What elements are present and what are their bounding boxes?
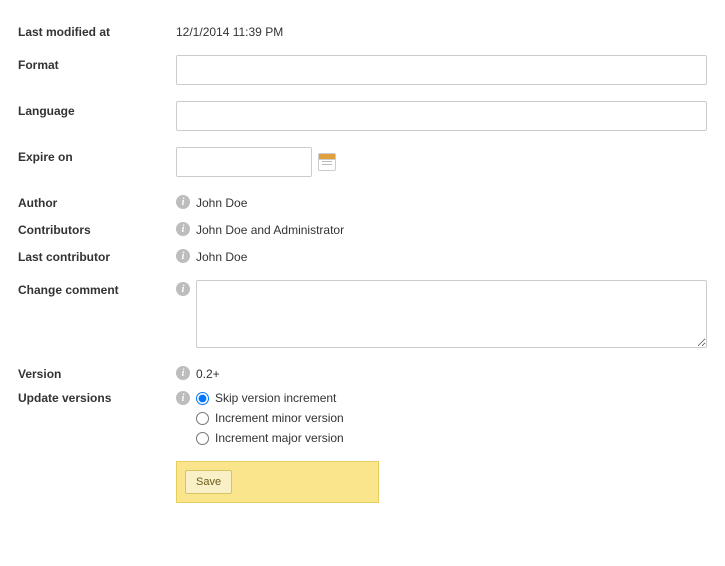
expire-on-input[interactable] <box>176 147 312 177</box>
change-comment-input[interactable] <box>196 280 707 348</box>
radio-skip-label: Skip version increment <box>215 391 336 405</box>
radio-option-minor: Increment minor version <box>196 411 344 425</box>
radio-minor[interactable] <box>196 412 209 425</box>
calendar-icon[interactable] <box>318 153 336 171</box>
label-format: Format <box>18 55 176 72</box>
row-update-versions: Update versions i Skip version increment… <box>18 391 707 445</box>
row-version: Version i 0.2+ <box>18 364 707 381</box>
update-versions-radios: Skip version increment Increment minor v… <box>196 391 344 445</box>
radio-major-label: Increment major version <box>215 431 344 445</box>
value-contributors: John Doe and Administrator <box>196 220 344 237</box>
label-change-comment: Change comment <box>18 280 176 297</box>
row-last-modified: Last modified at 12/1/2014 11:39 PM <box>18 22 707 39</box>
info-icon: i <box>176 366 190 380</box>
value-last-modified: 12/1/2014 11:39 PM <box>176 22 283 39</box>
label-last-modified: Last modified at <box>18 22 176 39</box>
value-author: John Doe <box>196 193 247 210</box>
save-button[interactable]: Save <box>185 470 232 494</box>
label-last-contributor: Last contributor <box>18 247 176 264</box>
row-language: Language <box>18 101 707 131</box>
info-icon: i <box>176 195 190 209</box>
label-update-versions: Update versions <box>18 391 176 405</box>
language-input[interactable] <box>176 101 707 131</box>
info-icon: i <box>176 391 190 405</box>
label-language: Language <box>18 101 176 118</box>
row-last-contributor: Last contributor i John Doe <box>18 247 707 264</box>
radio-option-major: Increment major version <box>196 431 344 445</box>
row-expire-on: Expire on <box>18 147 707 177</box>
radio-minor-label: Increment minor version <box>215 411 344 425</box>
label-version: Version <box>18 364 176 381</box>
label-author: Author <box>18 193 176 210</box>
radio-skip[interactable] <box>196 392 209 405</box>
label-contributors: Contributors <box>18 220 176 237</box>
label-expire-on: Expire on <box>18 147 176 164</box>
format-input[interactable] <box>176 55 707 85</box>
value-version: 0.2+ <box>196 364 220 381</box>
value-last-contributor: John Doe <box>196 247 247 264</box>
row-format: Format <box>18 55 707 85</box>
row-author: Author i John Doe <box>18 193 707 210</box>
radio-option-skip: Skip version increment <box>196 391 344 405</box>
save-highlight-region: Save <box>176 461 379 503</box>
row-change-comment: Change comment i <box>18 280 707 348</box>
row-contributors: Contributors i John Doe and Administrato… <box>18 220 707 237</box>
radio-major[interactable] <box>196 432 209 445</box>
info-icon: i <box>176 282 190 296</box>
info-icon: i <box>176 222 190 236</box>
info-icon: i <box>176 249 190 263</box>
